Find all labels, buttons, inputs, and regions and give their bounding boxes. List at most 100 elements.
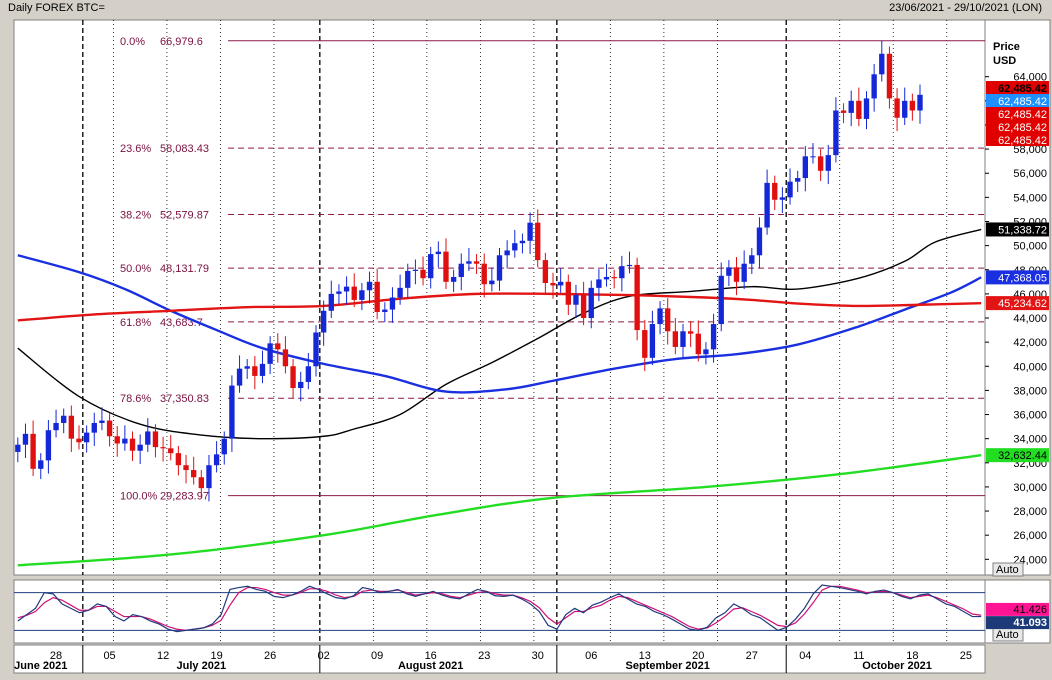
candle-body [733, 267, 740, 282]
candle-body [336, 291, 342, 294]
x-day-label: 30 [532, 650, 544, 662]
candle-body [137, 444, 143, 451]
candle-body [275, 343, 281, 350]
price-axis-unit: USD [993, 55, 1016, 67]
candle-body [840, 110, 847, 113]
candle-body [76, 438, 82, 443]
candle-body [856, 100, 862, 119]
candle-body [428, 254, 434, 279]
candle-body [190, 470, 197, 478]
candle-body [129, 438, 136, 451]
candle-body [565, 281, 571, 305]
candle-body [420, 269, 426, 279]
candle-body [22, 433, 29, 445]
y-tick-label: 30,000 [1013, 482, 1047, 494]
candle-body [38, 460, 44, 469]
candle-body [320, 310, 327, 333]
ma-value-label: 51,338.72 [998, 224, 1047, 236]
candle-body [106, 420, 113, 437]
x-day-label: 06 [585, 650, 597, 662]
y-tick-label: 38,000 [1013, 385, 1047, 397]
candle-body [848, 100, 854, 113]
fib-percent-label: 61.8% [120, 317, 151, 329]
candle-body [168, 448, 174, 454]
candle-body [313, 332, 319, 367]
candle-body [909, 100, 916, 111]
fib-percent-label: 23.6% [120, 143, 151, 155]
candle-body [221, 438, 227, 455]
candle-body [603, 276, 610, 280]
candle-body [710, 324, 717, 350]
x-day-label: 27 [746, 650, 758, 662]
candle-body [512, 243, 518, 251]
candle-body [917, 94, 923, 111]
candle-body [366, 281, 373, 291]
candle-body [473, 261, 480, 264]
x-month-label: August 2021 [398, 660, 463, 672]
y-tick-label: 50,000 [1013, 241, 1047, 253]
fib-value-label: 58,083.43 [160, 143, 209, 155]
candle-body [198, 477, 204, 489]
fib-percent-label: 100.0% [120, 491, 158, 503]
candle-body [99, 420, 105, 423]
x-day-label: 23 [478, 650, 490, 662]
y-tick-label: 44,000 [1013, 313, 1047, 325]
fib-percent-label: 50.0% [120, 263, 151, 275]
ma-value-label: 32,632.44 [998, 450, 1047, 462]
y-tick-label: 40,000 [1013, 361, 1047, 373]
x-day-label: 02 [318, 650, 330, 662]
candle-body [343, 286, 350, 292]
candle-body [772, 182, 778, 200]
x-day-label: 05 [103, 650, 115, 662]
candle-body [580, 295, 587, 319]
price-tag-label: 62,485.42 [998, 135, 1047, 147]
candle-body [741, 263, 747, 282]
candle-body [687, 331, 694, 334]
candle-body [680, 331, 686, 347]
fib-percent-label: 0.0% [120, 36, 145, 48]
candle-body [550, 283, 556, 286]
candle-body [649, 324, 656, 358]
price-tag-label: 62,485.42 [998, 83, 1047, 95]
x-month-label: June 2021 [14, 660, 67, 672]
oscillator-plot-bg[interactable] [13, 579, 986, 644]
x-month-label: September 2021 [626, 660, 710, 672]
y-tick-label: 28,000 [1013, 506, 1047, 518]
ma-value-label: 45,234.62 [998, 298, 1047, 310]
candle-body [626, 264, 633, 267]
candle-body [749, 255, 755, 264]
candle-body [122, 438, 128, 444]
candle-body [718, 275, 724, 325]
candle-body [68, 415, 75, 439]
candle-body [489, 280, 495, 285]
candle-body [298, 381, 304, 388]
candle-body [779, 197, 786, 200]
y-tick-label: 54,000 [1013, 192, 1047, 204]
candle-body [160, 447, 166, 449]
candle-body [405, 270, 411, 288]
price-tag-label: 62,485.42 [998, 96, 1047, 108]
candle-body [351, 286, 357, 300]
candle-body [642, 330, 648, 358]
candle-body [695, 333, 701, 355]
y-tick-label: 42,000 [1013, 337, 1047, 349]
chart-area[interactable]: 0.0% 66,979.6 23.6% 58,083.43 38.2% 52,579.87… [0, 0, 1052, 680]
candle-body [496, 255, 503, 281]
candle-body [259, 363, 266, 376]
y-tick-label: 26,000 [1013, 530, 1047, 542]
candle-body [871, 74, 877, 99]
candle-body [886, 53, 893, 99]
candle-body [902, 100, 908, 118]
x-day-label: 04 [799, 650, 811, 662]
candle-body [152, 431, 159, 448]
fib-value-label: 37,350.83 [160, 393, 209, 405]
candle-body [175, 453, 182, 466]
candle-body [183, 465, 189, 471]
fib-value-label: 66,979.6 [160, 36, 203, 48]
candle-body [374, 281, 380, 312]
x-day-label: 25 [960, 650, 972, 662]
candle-body [863, 98, 870, 119]
candle-body [833, 110, 839, 156]
candle-body [817, 156, 824, 171]
candle-body [450, 276, 457, 282]
